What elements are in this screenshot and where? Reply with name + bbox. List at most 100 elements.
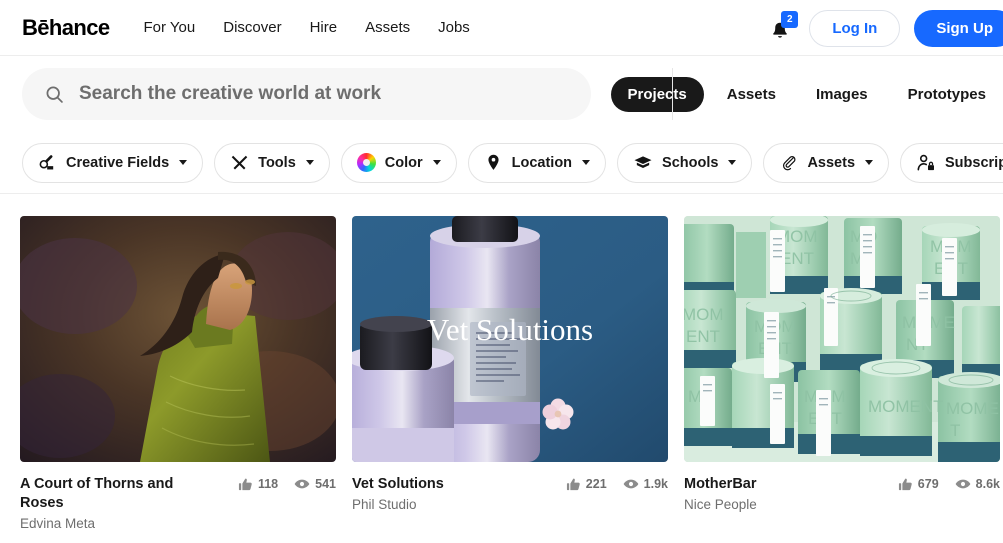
- nav-link-discover[interactable]: Discover: [223, 19, 281, 36]
- view-count: 8.6k: [975, 477, 1000, 491]
- view-stat: 8.6k: [955, 476, 1000, 492]
- project-card[interactable]: MOM ENT MO ME MOM ENT MOM ENT MOM ENT MO…: [684, 216, 1000, 531]
- filter-chips-row: Creative Fields Tools Color Location Sch…: [0, 132, 1003, 194]
- project-stats: 221 1.9k: [566, 475, 668, 492]
- filter-subscriptions[interactable]: Subscriptions: [900, 142, 1003, 183]
- project-title[interactable]: MotherBar: [684, 475, 859, 494]
- view-stat: 1.9k: [623, 476, 668, 492]
- like-count: 118: [257, 477, 279, 491]
- fashion-portrait-image: [20, 216, 336, 462]
- person-lock-icon: [917, 154, 935, 170]
- filter-creative-fields-label: Creative Fields: [66, 154, 170, 171]
- notification-badge: 2: [781, 11, 799, 28]
- thumbs-up-icon: [898, 478, 912, 490]
- filter-assets[interactable]: Assets: [763, 142, 890, 183]
- project-meta: MotherBar Nice People 679 8.6k: [684, 462, 1000, 512]
- tab-projects[interactable]: Projects: [610, 76, 704, 112]
- map-pin-icon: [488, 154, 499, 170]
- nav-link-for-you[interactable]: For You: [144, 19, 196, 36]
- like-stat: 118: [238, 477, 278, 492]
- filter-color[interactable]: Color: [340, 142, 457, 183]
- svg-text:MOM: MOM: [684, 305, 724, 324]
- paperclip-icon: [783, 156, 796, 171]
- project-stats: 679 8.6k: [898, 475, 1000, 492]
- packaging-tubes-image: MOM ENT MO ME MOM ENT MOM ENT MOM ENT MO…: [684, 216, 1000, 462]
- search-row: Search the creative world at work Projec…: [0, 56, 1003, 132]
- svg-text:MOMENT: MOMENT: [868, 397, 944, 416]
- nav-link-assets[interactable]: Assets: [365, 19, 410, 36]
- tools-icon: [231, 155, 248, 170]
- project-owner[interactable]: Phil Studio: [352, 497, 558, 512]
- project-thumbnail[interactable]: [20, 216, 336, 462]
- project-info: A Court of Thorns and Roses Edvina Meta: [20, 475, 238, 531]
- view-stat: 541: [294, 476, 336, 492]
- chevron-down-icon: [582, 160, 591, 165]
- chevron-down-icon: [305, 160, 314, 165]
- search-scope-tabs: Projects Assets Images Prototypes: [610, 76, 1003, 112]
- thumbs-up-icon: [566, 478, 580, 490]
- filter-subscriptions-label: Subscriptions: [945, 154, 1003, 171]
- eye-icon: [294, 479, 310, 489]
- nav-link-jobs[interactable]: Jobs: [438, 19, 470, 36]
- filter-tools-label: Tools: [258, 154, 296, 171]
- chevron-down-icon: [179, 160, 188, 165]
- chevron-down-icon: [432, 160, 441, 165]
- project-info: MotherBar Nice People: [684, 475, 898, 512]
- project-owner[interactable]: Nice People: [684, 497, 890, 512]
- like-stat: 221: [566, 477, 607, 492]
- svg-text:MOMEN: MOMEN: [946, 399, 1000, 418]
- filter-location[interactable]: Location: [467, 142, 607, 183]
- search-input[interactable]: Search the creative world at work: [22, 68, 591, 120]
- tab-prototypes[interactable]: Prototypes: [891, 77, 1003, 112]
- view-count: 541: [315, 477, 336, 491]
- color-wheel-icon: [356, 153, 376, 172]
- top-navigation-bar: Bēhance For You Discover Hire Assets Job…: [0, 0, 1003, 56]
- chevron-down-icon: [728, 160, 737, 165]
- project-meta: A Court of Thorns and Roses Edvina Meta …: [20, 462, 336, 531]
- project-thumbnail[interactable]: MOM ENT MO ME MOM ENT MOM ENT MOM ENT MO…: [684, 216, 1000, 462]
- signup-button[interactable]: Sign Up: [914, 9, 1003, 47]
- chevron-down-icon: [865, 160, 874, 165]
- behance-logo[interactable]: Bēhance: [22, 15, 110, 41]
- tab-assets[interactable]: Assets: [710, 77, 793, 112]
- filter-creative-fields[interactable]: Creative Fields: [22, 142, 204, 183]
- project-stats: 118 541: [238, 475, 336, 492]
- notifications-button[interactable]: 2: [769, 11, 799, 41]
- project-owner[interactable]: Edvina Meta: [20, 516, 230, 531]
- project-info: Vet Solutions Phil Studio: [352, 475, 566, 512]
- project-thumbnail[interactable]: Vet Solutions Vet Solutions: [352, 216, 668, 462]
- project-title[interactable]: Vet Solutions: [352, 475, 527, 494]
- like-count: 679: [917, 477, 939, 491]
- palette-icon: [39, 155, 54, 170]
- filter-location-label: Location: [511, 154, 573, 171]
- nav-link-hire[interactable]: Hire: [310, 19, 338, 36]
- filter-schools-label: Schools: [662, 154, 719, 171]
- thumbs-up-icon: [238, 478, 252, 490]
- cosmetics-product-image: Vet Solutions: [352, 216, 668, 462]
- primary-nav: For You Discover Hire Assets Jobs: [144, 19, 470, 36]
- like-stat: 679: [898, 477, 939, 492]
- header-actions: 2 Log In Sign Up: [769, 0, 1003, 56]
- svg-text:T: T: [950, 421, 960, 440]
- svg-text:Vet Solutions: Vet Solutions: [427, 312, 593, 347]
- project-grid: A Court of Thorns and Roses Edvina Meta …: [0, 194, 1003, 531]
- project-card[interactable]: Vet Solutions Vet Solutions Vet Solution…: [352, 216, 668, 531]
- filter-schools[interactable]: Schools: [617, 142, 753, 183]
- project-title[interactable]: A Court of Thorns and Roses: [20, 475, 195, 513]
- eye-icon: [623, 479, 638, 489]
- tab-images[interactable]: Images: [799, 77, 885, 112]
- view-count: 1.9k: [643, 477, 668, 491]
- search-icon: [46, 86, 63, 103]
- project-meta: Vet Solutions Phil Studio 221 1.9k: [352, 462, 668, 512]
- svg-text:ENT: ENT: [686, 327, 720, 346]
- login-button[interactable]: Log In: [809, 9, 901, 47]
- like-count: 221: [585, 477, 607, 491]
- svg-text:ENT: ENT: [780, 249, 814, 268]
- project-card[interactable]: A Court of Thorns and Roses Edvina Meta …: [20, 216, 336, 531]
- graduation-cap-icon: [634, 155, 652, 168]
- filter-tools[interactable]: Tools: [214, 142, 330, 183]
- eye-icon: [955, 479, 970, 489]
- filter-color-label: Color: [384, 154, 423, 171]
- search-placeholder-text: Search the creative world at work: [79, 83, 382, 104]
- filter-assets-label: Assets: [807, 154, 856, 171]
